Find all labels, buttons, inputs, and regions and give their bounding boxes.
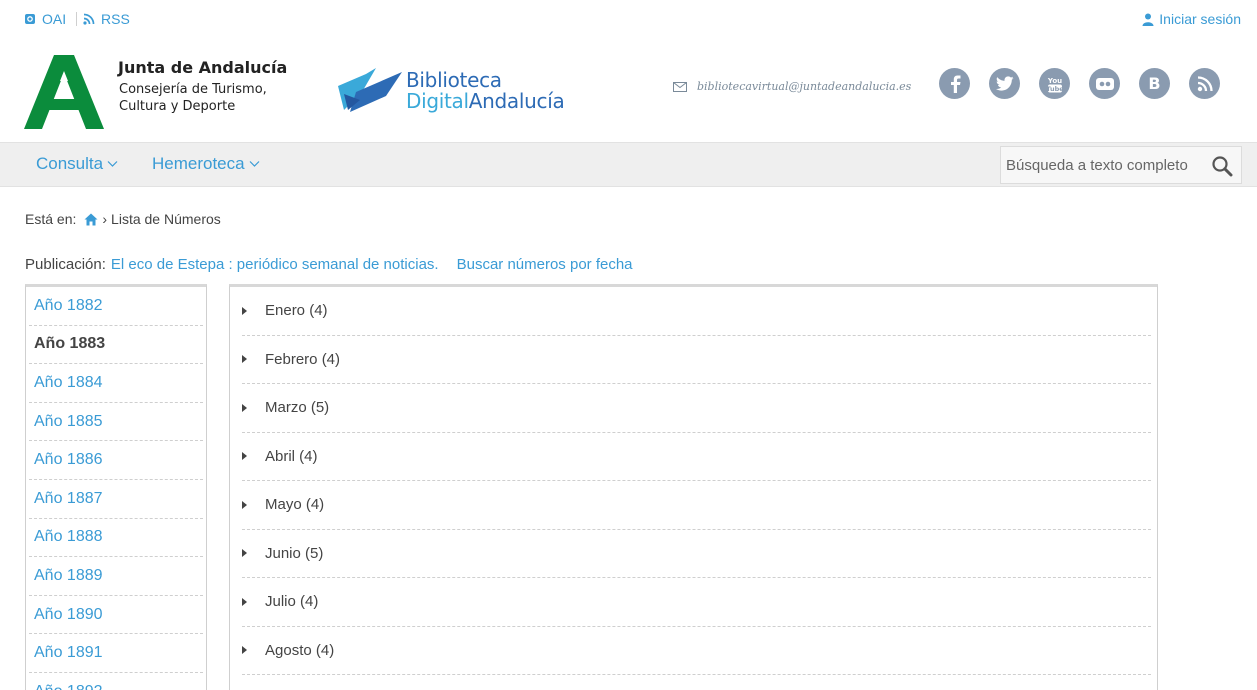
envelope-icon	[673, 81, 687, 92]
fulltext-search-box	[1000, 146, 1242, 184]
year-item[interactable]: Año 1888	[29, 519, 203, 558]
month-item[interactable]: Julio (4)	[242, 578, 1151, 627]
caret-right-icon	[242, 549, 247, 558]
flickr-icon[interactable]	[1089, 68, 1120, 99]
rss-feed-icon[interactable]	[1189, 68, 1220, 99]
junta-subtitle-line2: Cultura y Deporte	[119, 99, 236, 114]
caret-right-icon	[242, 646, 247, 655]
top-utility-bar: OAI RSS Iniciar sesión	[0, 0, 1257, 40]
library-title-andalucia: Andalucía	[468, 89, 565, 113]
year-item[interactable]: Año 1890	[29, 596, 203, 635]
year-item[interactable]: Año 1883	[29, 326, 203, 365]
month-item[interactable]: Agosto (4)	[242, 627, 1151, 675]
month-item[interactable]: Enero (4)	[242, 287, 1151, 336]
month-label: Agosto (4)	[265, 641, 335, 659]
months-panel: Enero (4) Febrero (4) Marzo (5) Abril (4) Ma…	[229, 284, 1158, 690]
email-address: bibliotecavirtual@juntadeandalucia.es	[697, 80, 912, 93]
search-icon[interactable]	[1211, 155, 1233, 177]
year-item[interactable]: Año 1891	[29, 634, 203, 673]
home-icon[interactable]	[84, 213, 98, 226]
caret-right-icon	[242, 452, 247, 461]
month-label: Junio (5)	[265, 544, 324, 562]
year-item[interactable]: Año 1882	[29, 287, 203, 326]
month-label: Abril (4)	[265, 447, 318, 465]
rss-label: RSS	[101, 11, 130, 27]
year-item[interactable]: Año 1892	[29, 673, 203, 690]
login-link[interactable]: Iniciar sesión	[1142, 11, 1241, 27]
year-item[interactable]: Año 1886	[29, 441, 203, 480]
caret-right-icon	[242, 306, 247, 315]
blogger-icon[interactable]: B	[1139, 68, 1170, 99]
years-list: Año 1882 Año 1883 Año 1884 Año 1885 Año 1886…	[25, 284, 207, 690]
chevron-down-icon	[107, 161, 118, 167]
user-icon	[1142, 13, 1154, 26]
oai-link[interactable]: OAI	[24, 11, 66, 27]
twitter-icon[interactable]	[989, 68, 1020, 99]
svg-text:Tube: Tube	[1046, 85, 1064, 93]
caret-right-icon	[242, 355, 247, 364]
nav-consulta-label: Consulta	[36, 154, 104, 173]
month-label: Marzo (5)	[265, 399, 330, 417]
search-by-date-link[interactable]: Buscar números por fecha	[457, 256, 633, 273]
nav-consulta[interactable]: Consulta	[36, 154, 118, 174]
caret-right-icon	[242, 403, 247, 412]
month-label: Febrero (4)	[265, 350, 341, 368]
nav-hemeroteca[interactable]: Hemeroteca	[152, 154, 260, 174]
publication-title-link[interactable]: El eco de Estepa : periódico semanal de …	[111, 256, 439, 273]
rss-link[interactable]: RSS	[83, 11, 130, 27]
contact-email[interactable]: bibliotecavirtual@juntadeandalucia.es	[673, 80, 911, 93]
svg-text:You: You	[1046, 77, 1061, 85]
fulltext-search-input[interactable]	[1001, 147, 1207, 183]
breadcrumb: Está en: › Lista de Números	[25, 211, 221, 227]
library-book-logo[interactable]	[336, 66, 404, 114]
month-label: Enero (4)	[265, 302, 328, 320]
junta-title: Junta de Andalucía	[118, 58, 288, 77]
breadcrumb-current: Lista de Números	[111, 211, 221, 227]
year-item[interactable]: Año 1887	[29, 480, 203, 519]
month-item[interactable]: Mayo (4)	[242, 481, 1151, 530]
oai-label: OAI	[42, 11, 67, 27]
library-title-line2: DigitalAndalucía	[406, 89, 565, 113]
month-item[interactable]: Febrero (4)	[242, 336, 1151, 384]
youtube-icon[interactable]: You Tube	[1039, 68, 1070, 99]
topbar-separator	[76, 12, 77, 26]
year-item[interactable]: Año 1884	[29, 364, 203, 403]
chevron-down-icon	[249, 161, 260, 167]
breadcrumb-separator: ›	[102, 211, 108, 227]
junta-andalucia-logo[interactable]	[24, 55, 104, 129]
nav-hemeroteca-label: Hemeroteca	[152, 154, 245, 173]
facebook-icon[interactable]	[939, 68, 970, 99]
login-label: Iniciar sesión	[1159, 11, 1241, 27]
library-title-digital: Digital	[406, 89, 469, 113]
year-item[interactable]: Año 1889	[29, 557, 203, 596]
month-item[interactable]: Septiembre (5)	[242, 675, 1151, 690]
rss-icon	[83, 13, 95, 25]
year-item[interactable]: Año 1885	[29, 403, 203, 442]
month-item[interactable]: Junio (5)	[242, 530, 1151, 578]
caret-right-icon	[242, 500, 247, 509]
month-label: Mayo (4)	[265, 496, 325, 514]
breadcrumb-prefix: Está en:	[25, 211, 77, 227]
month-label: Julio (4)	[265, 593, 319, 611]
caret-right-icon	[242, 597, 247, 606]
publication-label: Publicación:	[25, 256, 106, 273]
month-item[interactable]: Abril (4)	[242, 433, 1151, 481]
main-navbar: Consulta Hemeroteca	[0, 142, 1257, 187]
publication-line: Publicación: El eco de Estepa : periódic…	[25, 256, 633, 273]
oai-icon	[25, 14, 35, 24]
month-item[interactable]: Marzo (5)	[242, 384, 1151, 433]
junta-subtitle-line1: Consejería de Turismo,	[119, 82, 267, 97]
